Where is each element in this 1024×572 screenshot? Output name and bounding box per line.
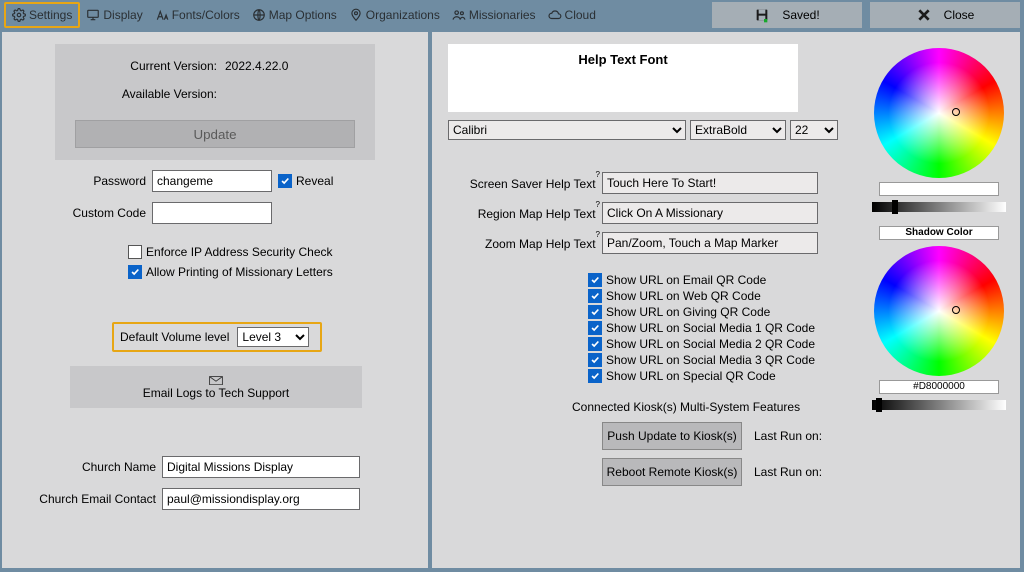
font-icon <box>155 8 169 22</box>
help-font-preview: Help Text Font <box>448 44 798 112</box>
color-dot[interactable] <box>952 306 960 314</box>
volume-box: Default Volume level Level 3 <box>112 322 322 352</box>
tab-missionaries[interactable]: Missionaries <box>446 2 542 28</box>
custom-code-label: Custom Code <box>42 206 152 220</box>
qr-label: Show URL on Web QR Code <box>606 289 761 303</box>
brightness-slider[interactable] <box>872 400 1006 410</box>
qr-label: Show URL on Giving QR Code <box>606 305 770 319</box>
password-label: Password <box>42 174 152 188</box>
church-name-input[interactable] <box>162 456 360 478</box>
qr-sm3-checkbox[interactable] <box>588 353 602 367</box>
qr-email-checkbox[interactable] <box>588 273 602 287</box>
church-email-input[interactable] <box>162 488 360 510</box>
qr-sm2-checkbox[interactable] <box>588 337 602 351</box>
tab-organizations[interactable]: Organizations <box>343 2 446 28</box>
shadow-color-picker[interactable]: Shadow Color #D8000000 <box>872 222 1006 410</box>
mail-icon <box>209 374 223 384</box>
gear-icon <box>12 8 26 22</box>
current-version-label: Current Version: <box>55 59 225 73</box>
pin-icon <box>349 8 363 22</box>
close-icon <box>916 7 932 23</box>
custom-code-input[interactable] <box>152 202 272 224</box>
church-email-label: Church Email Contact <box>2 492 162 506</box>
reveal-label: Reveal <box>296 174 333 188</box>
text-color-swatch <box>879 182 999 196</box>
close-label: Close <box>944 8 975 22</box>
screen-saver-label: Screen Saver Help Text? <box>432 176 602 191</box>
tab-label: Map Options <box>269 8 337 22</box>
tab-settings[interactable]: Settings <box>4 2 80 28</box>
qr-label: Show URL on Social Media 1 QR Code <box>606 321 815 335</box>
font-family-select[interactable]: Calibri <box>448 120 686 140</box>
tab-fonts-colors[interactable]: Fonts/Colors <box>149 2 246 28</box>
people-icon <box>452 8 466 22</box>
email-logs-label: Email Logs to Tech Support <box>143 386 290 400</box>
church-name-label: Church Name <box>2 460 162 474</box>
qr-label: Show URL on Social Media 2 QR Code <box>606 337 815 351</box>
volume-select[interactable]: Level 3 <box>237 327 309 347</box>
available-version-label: Available Version: <box>55 87 225 101</box>
email-logs-button[interactable]: Email Logs to Tech Support <box>70 366 362 408</box>
tab-label: Organizations <box>366 8 440 22</box>
volume-label: Default Volume level <box>120 330 229 344</box>
zoom-map-label: Zoom Map Help Text? <box>432 236 602 251</box>
reveal-checkbox[interactable] <box>278 174 292 188</box>
qr-label: Show URL on Social Media 3 QR Code <box>606 353 815 367</box>
qr-sm1-checkbox[interactable] <box>588 321 602 335</box>
enforce-ip-label: Enforce IP Address Security Check <box>146 245 333 259</box>
reboot-button[interactable]: Reboot Remote Kiosk(s) <box>602 458 742 486</box>
qr-label: Show URL on Email QR Code <box>606 273 766 287</box>
globe-icon <box>252 8 266 22</box>
tab-label: Display <box>103 8 142 22</box>
tab-label: Missionaries <box>469 8 536 22</box>
allow-print-label: Allow Printing of Missionary Letters <box>146 265 333 279</box>
font-size-select[interactable]: 22 <box>790 120 838 140</box>
shadow-color-label: Shadow Color <box>879 226 999 240</box>
color-wheel[interactable] <box>874 48 1004 178</box>
saved-button[interactable]: Saved! <box>712 2 862 28</box>
qr-giving-checkbox[interactable] <box>588 305 602 319</box>
enforce-ip-checkbox[interactable] <box>128 245 142 259</box>
password-input[interactable] <box>152 170 272 192</box>
reboot-last-run: Last Run on: <box>754 465 822 479</box>
allow-print-checkbox[interactable] <box>128 265 142 279</box>
close-button[interactable]: Close <box>870 2 1020 28</box>
qr-label: Show URL on Special QR Code <box>606 369 776 383</box>
tab-label: Cloud <box>565 8 596 22</box>
help-font-title: Help Text Font <box>578 52 667 67</box>
font-weight-select[interactable]: ExtraBold <box>690 120 786 140</box>
current-version-value: 2022.4.22.0 <box>225 59 288 73</box>
zoom-map-input[interactable] <box>602 232 818 254</box>
push-last-run: Last Run on: <box>754 429 822 443</box>
region-map-label: Region Map Help Text? <box>432 206 602 221</box>
region-map-input[interactable] <box>602 202 818 224</box>
color-dot[interactable] <box>952 108 960 116</box>
cloud-icon <box>548 8 562 22</box>
tab-label: Fonts/Colors <box>172 8 240 22</box>
tab-label: Settings <box>29 8 72 22</box>
text-color-picker[interactable] <box>872 48 1006 212</box>
slider-handle[interactable] <box>892 200 898 214</box>
save-icon <box>754 7 770 23</box>
slider-handle[interactable] <box>876 398 882 412</box>
qr-web-checkbox[interactable] <box>588 289 602 303</box>
tab-display[interactable]: Display <box>80 2 148 28</box>
shadow-color-value: #D8000000 <box>879 380 999 394</box>
update-button[interactable]: Update <box>75 120 355 148</box>
push-update-button[interactable]: Push Update to Kiosk(s) <box>602 422 742 450</box>
saved-label: Saved! <box>782 8 819 22</box>
top-tab-bar: Settings Display Fonts/Colors Map Option… <box>0 0 1024 30</box>
color-wheel[interactable] <box>874 246 1004 376</box>
tab-cloud[interactable]: Cloud <box>542 2 602 28</box>
right-panel: Help Text Font Calibri ExtraBold 22 Scre… <box>432 32 1020 568</box>
brightness-slider[interactable] <box>872 202 1006 212</box>
monitor-icon <box>86 8 100 22</box>
tab-map-options[interactable]: Map Options <box>246 2 343 28</box>
qr-special-checkbox[interactable] <box>588 369 602 383</box>
left-panel: Current Version: 2022.4.22.0 Available V… <box>2 32 428 568</box>
screen-saver-input[interactable] <box>602 172 818 194</box>
version-box: Current Version: 2022.4.22.0 Available V… <box>55 44 375 160</box>
